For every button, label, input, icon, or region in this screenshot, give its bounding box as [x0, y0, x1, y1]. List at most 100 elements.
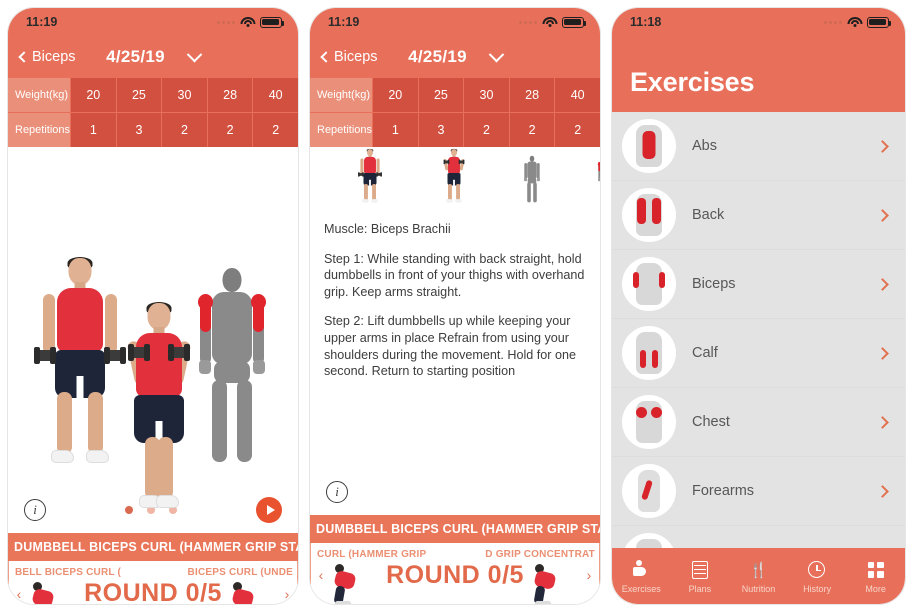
carousel-next-button[interactable]: ›: [277, 586, 297, 602]
list-item-forearms[interactable]: Forearms: [612, 457, 905, 526]
status-time: 11:19: [328, 15, 360, 29]
back-label: Biceps: [32, 49, 76, 65]
carousel-prev-thumb[interactable]: [333, 560, 377, 604]
table-row: Weight(kg) 20 25 30 28 40: [8, 78, 298, 112]
carousel-prev-thumb[interactable]: [31, 578, 75, 604]
exercise-illustration[interactable]: [8, 147, 298, 508]
step-2-text: Step 2: Lift dumbbells up while keeping …: [324, 314, 577, 379]
exercise-category-list[interactable]: Abs Back Biceps Calf Chest Forearms: [612, 112, 905, 556]
weight-cell[interactable]: 40: [252, 78, 298, 112]
list-item-biceps[interactable]: Biceps: [612, 250, 905, 319]
reps-cell[interactable]: 2: [252, 113, 298, 147]
chevron-right-icon[interactable]: [876, 208, 889, 222]
row-label: Weight(kg): [310, 78, 372, 112]
carousel-next-thumb[interactable]: [533, 560, 577, 604]
tab-more[interactable]: More: [846, 559, 905, 594]
weight-cell[interactable]: 28: [206, 78, 253, 112]
page-dot-active[interactable]: [125, 506, 133, 514]
carousel-prev-button[interactable]: ‹: [311, 567, 331, 583]
play-icon[interactable]: [256, 497, 282, 523]
grid-dots-icon: [865, 559, 887, 581]
carousel-next-label: BICEPS CURL (UNDE: [187, 567, 293, 578]
screenshot-stage: 11:19 Biceps 4/25/19 Weight(kg) 20 25 30…: [0, 0, 913, 612]
phone-exercises-list: 11:18 Exercises Abs Back Biceps Calf Che…: [612, 8, 905, 604]
reps-cell[interactable]: 2: [161, 113, 207, 147]
tab-label: More: [865, 583, 886, 594]
page-title: Exercises: [630, 67, 755, 97]
reps-cell[interactable]: 3: [417, 113, 464, 147]
wifi-icon: [847, 16, 862, 28]
weight-cell[interactable]: 20: [70, 78, 116, 112]
row-label: Weight(kg): [8, 78, 70, 112]
weight-cell[interactable]: 25: [115, 78, 162, 112]
reps-cell[interactable]: 1: [372, 113, 418, 147]
status-bar: 11:19: [8, 8, 298, 36]
weight-cell[interactable]: 30: [161, 78, 207, 112]
status-icons: [824, 16, 891, 28]
nav-bar: Biceps 4/25/19: [8, 36, 298, 78]
carousel-next-label: D GRIP CONCENTRAT: [485, 548, 595, 560]
weight-cell[interactable]: 25: [417, 78, 464, 112]
date-value: 4/25/19: [106, 47, 165, 66]
carousel-next-button[interactable]: ›: [579, 567, 599, 583]
back-button[interactable]: Biceps: [18, 49, 76, 65]
battery-icon: [867, 16, 891, 28]
tab-plans[interactable]: Plans: [671, 559, 730, 594]
reps-cell[interactable]: 1: [70, 113, 116, 147]
info-icon[interactable]: i: [326, 480, 348, 503]
table-row: Repetitions 1 3 2 2 2: [8, 113, 298, 147]
battery-icon: [562, 16, 586, 28]
weight-cell[interactable]: 20: [372, 78, 418, 112]
anatomy-front-thumb: [523, 155, 540, 205]
exercise-title: DUMBBELL BICEPS CURL (HAMMER GRIP STANDI…: [8, 533, 298, 561]
chevron-left-icon: [320, 51, 332, 63]
back-muscle-icon: [622, 188, 676, 242]
list-item-label: Calf: [692, 345, 718, 361]
list-item-label: Forearms: [692, 483, 755, 499]
list-item-label: Chest: [692, 414, 730, 430]
carousel-prev-button[interactable]: ‹: [9, 586, 29, 602]
row-label: Repetitions: [310, 113, 373, 147]
phone-workout-image: 11:19 Biceps 4/25/19 Weight(kg) 20 25 30…: [8, 8, 298, 604]
reps-cell[interactable]: 2: [206, 113, 253, 147]
list-item-calf[interactable]: Calf: [612, 319, 905, 388]
anatomy-muscle-figure: [196, 268, 268, 473]
signal-dots-icon: [519, 20, 537, 24]
athlete-curl-position-figure: [126, 302, 192, 508]
status-bar: 11:19: [310, 8, 600, 36]
tab-history[interactable]: History: [788, 559, 847, 594]
info-icon[interactable]: i: [24, 499, 46, 521]
list-item-abs[interactable]: Abs: [612, 112, 905, 181]
status-time: 11:19: [26, 15, 58, 29]
chevron-right-icon[interactable]: [876, 346, 889, 360]
date-value: 4/25/19: [408, 47, 467, 66]
sets-table: Weight(kg) 20 25 30 28 40 Repetitions 1 …: [8, 78, 298, 147]
chevron-right-icon[interactable]: [876, 415, 889, 429]
list-item-label: Abs: [692, 138, 717, 154]
tab-nutrition[interactable]: 🍴 Nutrition: [729, 559, 788, 594]
exercises-header: 11:18 Exercises: [612, 8, 905, 112]
status-icons: [217, 16, 284, 28]
chevron-right-icon[interactable]: [876, 139, 889, 153]
reps-cell[interactable]: 3: [115, 113, 162, 147]
exercise-thumbnails[interactable]: [310, 147, 600, 209]
list-item-chest[interactable]: Chest: [612, 388, 905, 457]
back-button[interactable]: Biceps: [320, 49, 378, 65]
status-time: 11:18: [630, 15, 662, 29]
tab-exercises[interactable]: Exercises: [612, 559, 671, 594]
row-label: Repetitions: [8, 113, 71, 147]
chevron-right-icon[interactable]: [876, 277, 889, 291]
carousel-next-thumb[interactable]: [231, 578, 275, 604]
controls-row: i: [310, 469, 600, 515]
wifi-icon: [542, 16, 557, 28]
biceps-muscle-icon: [622, 257, 676, 311]
chevron-down-icon: [186, 46, 203, 62]
clock-rewind-icon: [806, 559, 828, 581]
list-item-back[interactable]: Back: [612, 181, 905, 250]
tab-label: Plans: [688, 583, 712, 594]
chevron-left-icon: [18, 51, 30, 63]
phone-exercise-description: 11:19 Biceps 4/25/19 Weight(kg) 20 25 30…: [310, 8, 600, 604]
chevron-right-icon[interactable]: [876, 484, 889, 498]
